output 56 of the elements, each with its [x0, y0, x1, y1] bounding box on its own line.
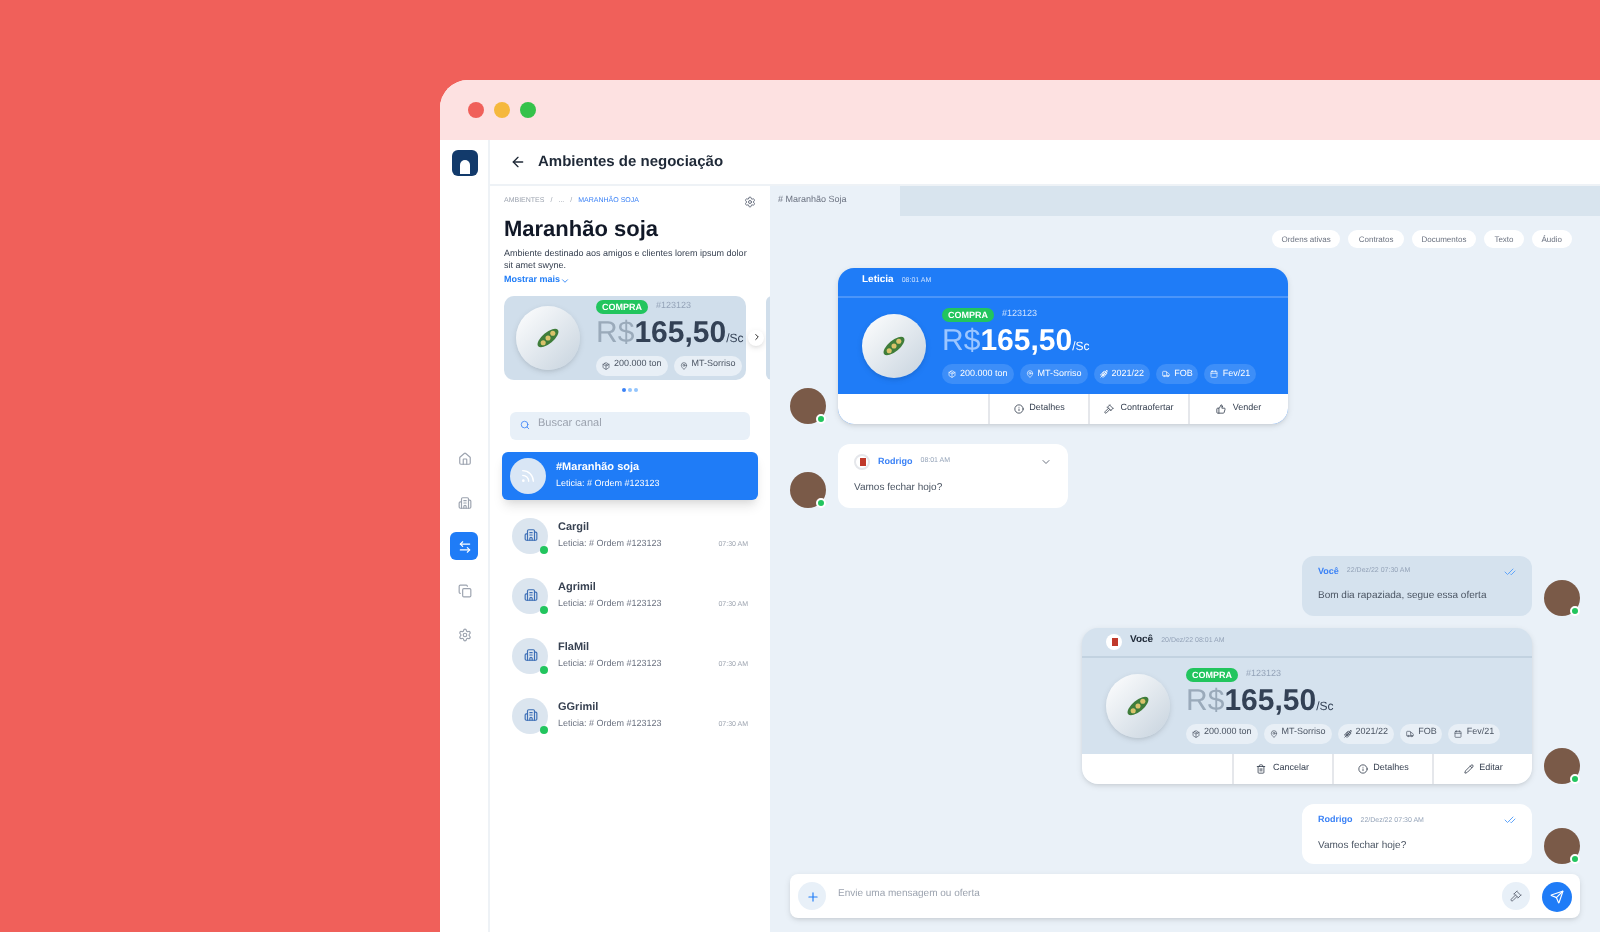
price: 165,50	[1224, 685, 1317, 716]
channel-title: Maranhão soja	[504, 218, 661, 246]
chip-icon	[679, 361, 688, 369]
chip-icon	[948, 370, 956, 378]
chip-icon	[1099, 370, 1108, 378]
chip-icon	[1406, 729, 1415, 738]
send-icon	[1550, 889, 1564, 903]
read-check-icon	[1504, 814, 1516, 827]
chevron-right-icon	[751, 332, 761, 342]
action-icon	[1357, 763, 1368, 774]
chip-icon	[1192, 729, 1200, 738]
building-icon	[523, 528, 537, 542]
home-icon	[457, 451, 471, 465]
company-logo-icon	[1106, 633, 1122, 650]
plus-icon	[805, 889, 819, 903]
action-icon	[1256, 763, 1267, 774]
price: 165,50	[634, 317, 727, 347]
action-icon	[1104, 404, 1115, 414]
building-icon	[523, 588, 537, 602]
auction-button[interactable]	[1502, 882, 1530, 910]
chip-icon	[1210, 370, 1219, 378]
chevron-down-icon[interactable]	[1040, 456, 1052, 468]
add-button[interactable]	[798, 882, 826, 910]
settings-icon[interactable]	[744, 196, 756, 208]
soybean-pod-icon	[516, 305, 580, 369]
chip-icon	[1343, 729, 1352, 738]
company-logo-icon	[854, 454, 870, 470]
currency: R$	[1186, 685, 1225, 716]
settings-icon	[457, 627, 471, 641]
building-icon	[523, 648, 537, 662]
chevron-down-icon	[560, 275, 571, 286]
chip-icon	[1162, 370, 1171, 378]
broadcast-icon	[520, 467, 536, 483]
send-button[interactable]	[1542, 881, 1572, 911]
price: 165,50	[980, 326, 1073, 356]
swap-arrows-icon	[457, 539, 471, 553]
chip-icon	[1025, 370, 1034, 378]
gavel-icon	[1510, 890, 1522, 902]
nav-button[interactable]	[450, 532, 478, 560]
building-icon	[523, 708, 537, 722]
soybean-pod-icon	[862, 314, 926, 378]
chip-icon	[602, 361, 610, 369]
copy-icon	[457, 583, 471, 597]
next-button[interactable]	[748, 329, 764, 345]
back-arrow-icon[interactable]	[510, 154, 526, 170]
soybean-pod-icon	[1106, 673, 1170, 738]
action-icon	[1013, 404, 1024, 414]
action-icon	[1463, 763, 1474, 774]
building-icon	[457, 495, 471, 509]
chip-icon	[1454, 729, 1463, 738]
app-logo-icon[interactable]	[451, 150, 477, 176]
search-icon	[520, 420, 530, 430]
read-check-icon	[1504, 565, 1516, 578]
currency: R$	[942, 326, 981, 356]
action-icon	[1216, 404, 1227, 414]
chip-icon	[1269, 729, 1278, 738]
